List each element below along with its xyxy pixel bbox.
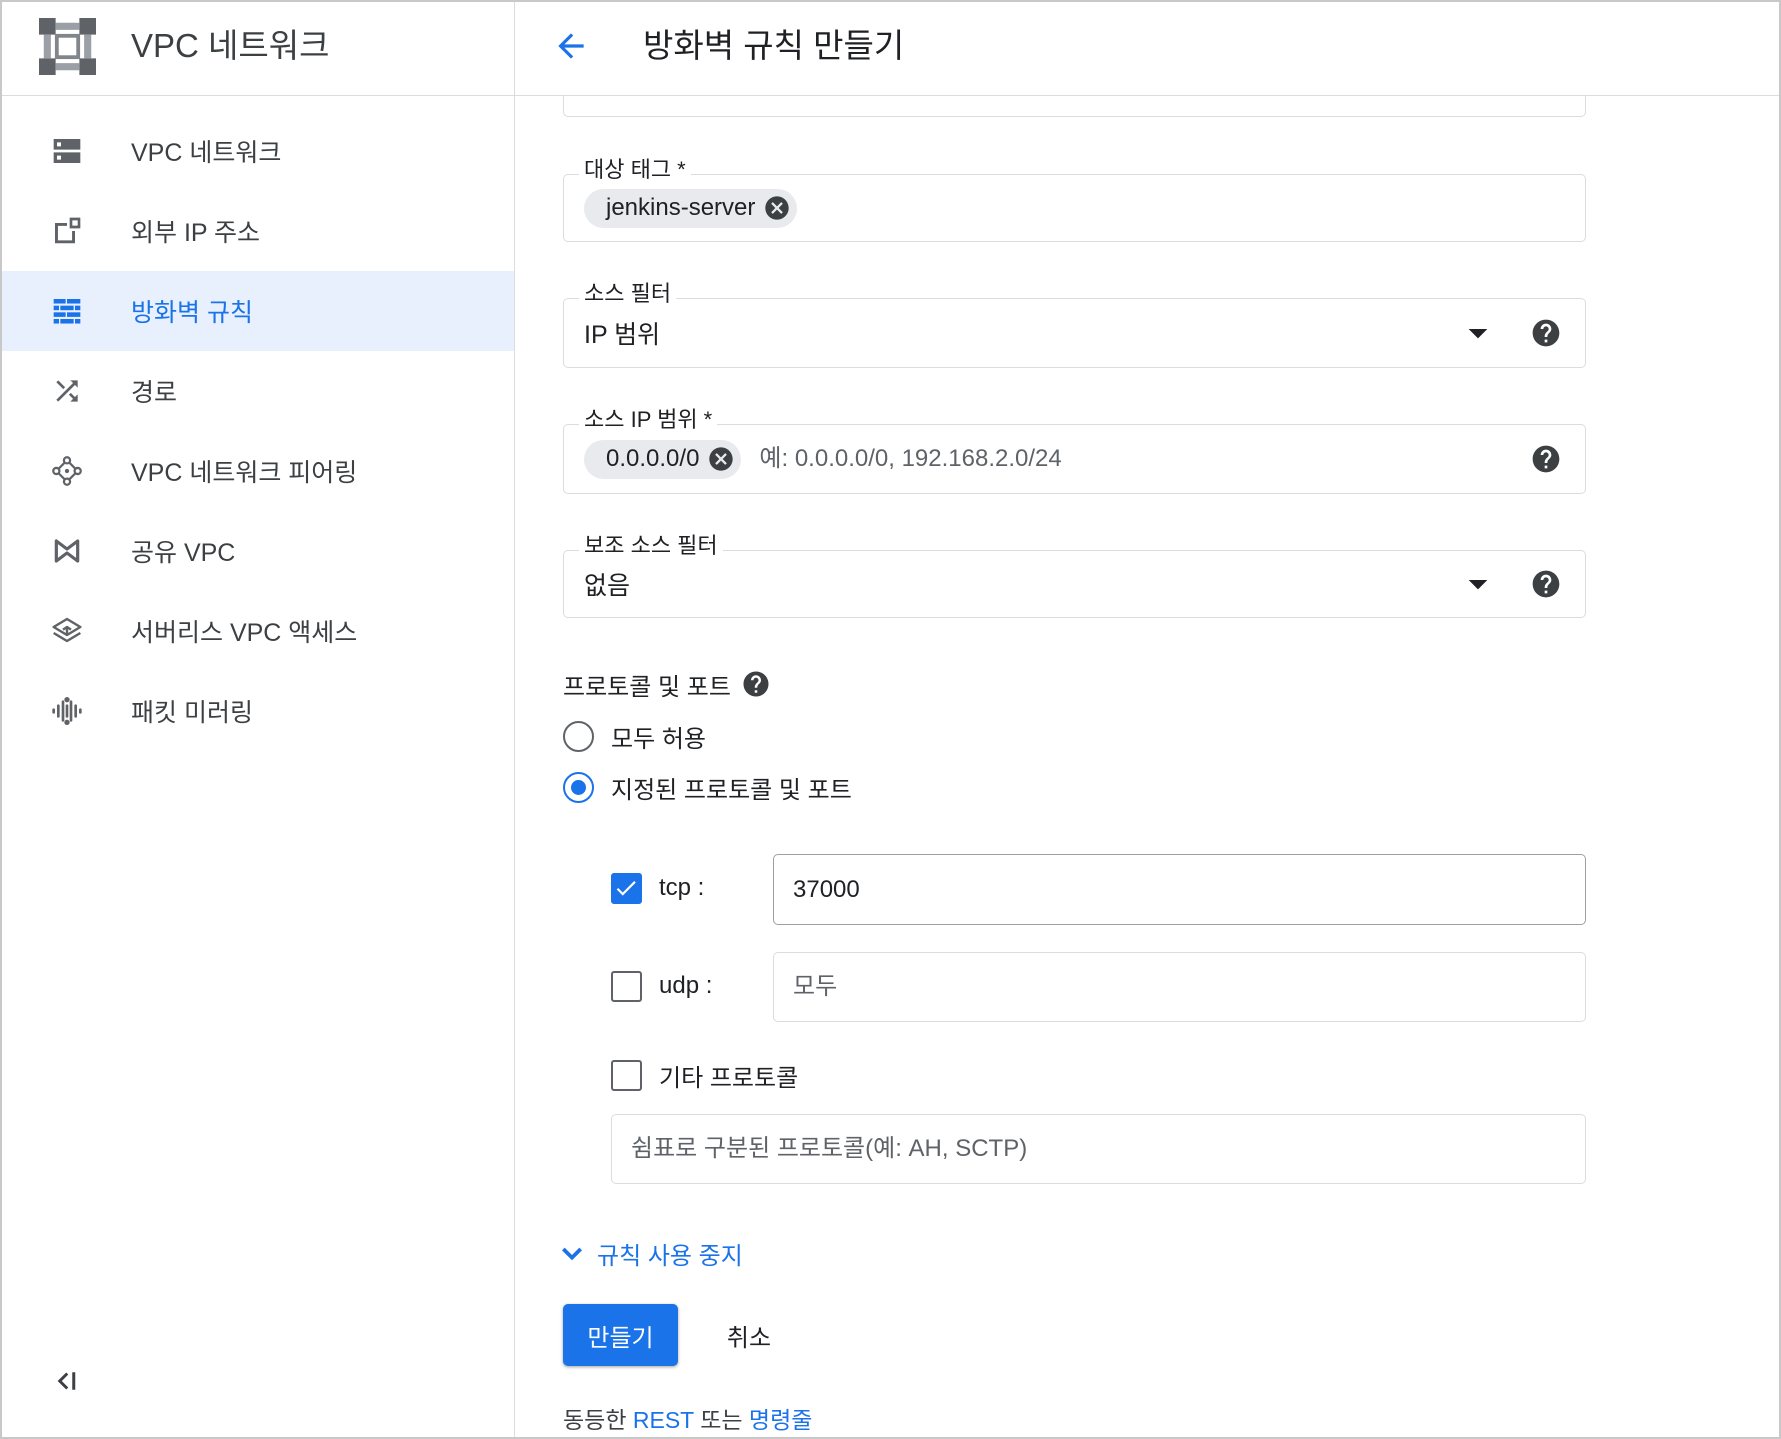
page-title: 방화벽 규칙 만들기 [643, 27, 905, 64]
external-ip-icon [51, 215, 83, 247]
sidebar-item-label: VPC 네트워크 피어링 [131, 459, 358, 487]
target-tags-field[interactable]: 대상 태그 * jenkins-server [563, 157, 1586, 242]
help-icon[interactable] [1530, 443, 1562, 475]
tcp-ports-input[interactable] [773, 854, 1586, 925]
help-icon[interactable] [1530, 317, 1562, 349]
tcp-checkbox-row[interactable]: tcp : [611, 870, 704, 906]
sidebar-item-label: 경로 [131, 379, 178, 407]
sidebar-item-label: 공유 VPC [131, 539, 236, 567]
sidebar-item-label: 서버리스 VPC 액세스 [131, 619, 358, 647]
equivalent-code-footer: 동등한 REST 또는 명령줄 [563, 1406, 812, 1434]
secondary-source-filter-select[interactable]: 보조 소스 필터 없음 [563, 533, 1586, 618]
sidebar: VPC 네트워크 VPC 네트워크 외부 IP 주소 방화벽 규칙 경로 VPC… [0, 0, 515, 1439]
vpc-logo-icon [39, 18, 96, 75]
tag-chip-text: jenkins-server [606, 194, 756, 221]
sidebar-item-label: 방화벽 규칙 [131, 299, 253, 327]
radio-label: 지정된 프로토콜 및 포트 [611, 776, 852, 804]
sidebar-item-shared-vpc[interactable]: 공유 VPC [0, 511, 514, 591]
ip-range-chip: 0.0.0.0/0 [584, 439, 742, 479]
sidebar-item-routes[interactable]: 경로 [0, 351, 514, 431]
sidebar-item-firewall-rules[interactable]: 방화벽 규칙 [0, 271, 514, 351]
sidebar-item-serverless-vpc-access[interactable]: 서버리스 VPC 액세스 [0, 591, 514, 671]
footer-conjunction: 또는 [700, 1407, 743, 1433]
sidebar-item-packet-mirroring[interactable]: 패킷 미러링 [0, 671, 514, 751]
dropdown-arrow-icon[interactable] [1462, 317, 1494, 349]
chip-remove-icon[interactable] [707, 445, 735, 473]
source-filter-body: IP 범위 [584, 299, 1585, 367]
check-icon [613, 875, 639, 901]
help-icon[interactable] [1530, 568, 1562, 600]
serverless-vpc-access-icon [51, 615, 83, 647]
sidebar-item-external-ip[interactable]: 외부 IP 주소 [0, 191, 514, 271]
source-filter-select[interactable]: 소스 필터 IP 범위 [563, 281, 1586, 368]
collapse-sidebar-icon[interactable] [51, 1366, 81, 1396]
source-filter-value: IP 범위 [584, 321, 661, 349]
radio-button[interactable] [563, 771, 594, 803]
rest-link[interactable]: REST [633, 1407, 694, 1433]
radio-allow-all[interactable]: 모두 허용 [563, 718, 706, 754]
other-protocols-label: 기타 프로토콜 [659, 1064, 799, 1092]
radio-label: 모두 허용 [611, 725, 706, 753]
create-button[interactable]: 만들기 [563, 1304, 678, 1366]
target-tags-chip-list: jenkins-server [584, 175, 1585, 241]
protocols-ports-heading: 프로토콜 및 포트 [563, 668, 771, 701]
udp-label: udp : [659, 972, 713, 999]
arrow-back-icon[interactable] [552, 27, 590, 65]
sidebar-item-label: VPC 네트워크 [131, 139, 282, 167]
sidebar-item-label: 외부 IP 주소 [131, 219, 261, 247]
secondary-source-filter-value: 없음 [584, 572, 631, 600]
secondary-source-filter-body: 없음 [584, 551, 1585, 617]
ip-range-chip-text: 0.0.0.0/0 [606, 445, 700, 472]
peering-icon [51, 455, 83, 487]
source-ip-ranges-field[interactable]: 소스 IP 범위 * 0.0.0.0/0 [563, 407, 1586, 494]
cancel-button[interactable]: 취소 [706, 1304, 792, 1366]
sidebar-item-label: 패킷 미러링 [131, 699, 253, 727]
udp-checkbox[interactable] [611, 970, 642, 1002]
tcp-checkbox[interactable] [611, 872, 642, 904]
footer-prefix: 동등한 [563, 1407, 627, 1433]
sidebar-item-vpc-peering[interactable]: VPC 네트워크 피어링 [0, 431, 514, 511]
page-header: 방화벽 규칙 만들기 [515, 0, 1781, 96]
udp-checkbox-row[interactable]: udp : [611, 968, 712, 1004]
chevron-down-icon [556, 1237, 588, 1269]
vpc-network-icon [51, 135, 83, 167]
help-icon[interactable] [741, 669, 771, 699]
radio-specified-protocols[interactable]: 지정된 프로토콜 및 포트 [563, 769, 852, 805]
protocols-ports-heading-text: 프로토콜 및 포트 [563, 673, 731, 701]
firewall-icon [51, 295, 83, 327]
sidebar-header: VPC 네트워크 [0, 0, 514, 96]
command-line-link[interactable]: 명령줄 [749, 1407, 812, 1433]
sidebar-nav: VPC 네트워크 외부 IP 주소 방화벽 규칙 경로 VPC 네트워크 피어링… [0, 111, 514, 751]
product-title: VPC 네트워크 [131, 27, 330, 64]
sidebar-item-vpc-networks[interactable]: VPC 네트워크 [0, 111, 514, 191]
radio-button[interactable] [563, 720, 594, 752]
disable-rule-toggle[interactable]: 규칙 사용 중지 [556, 1237, 743, 1270]
udp-ports-input[interactable] [773, 952, 1586, 1022]
routes-icon [51, 375, 83, 407]
dropdown-arrow-icon[interactable] [1462, 568, 1494, 600]
tag-chip: jenkins-server [584, 188, 798, 228]
tcp-label: tcp : [659, 874, 705, 901]
shared-vpc-icon [51, 535, 83, 567]
disable-rule-label: 규칙 사용 중지 [597, 1242, 743, 1270]
other-protocols-checkbox-row[interactable]: 기타 프로토콜 [611, 1057, 798, 1093]
packet-mirroring-icon [51, 695, 83, 727]
source-ip-ranges-body: 0.0.0.0/0 [584, 425, 1585, 493]
chip-remove-icon[interactable] [763, 194, 791, 222]
source-ip-ranges-input[interactable] [759, 445, 1505, 473]
other-protocols-input[interactable] [611, 1114, 1586, 1184]
other-protocols-checkbox[interactable] [611, 1059, 642, 1091]
